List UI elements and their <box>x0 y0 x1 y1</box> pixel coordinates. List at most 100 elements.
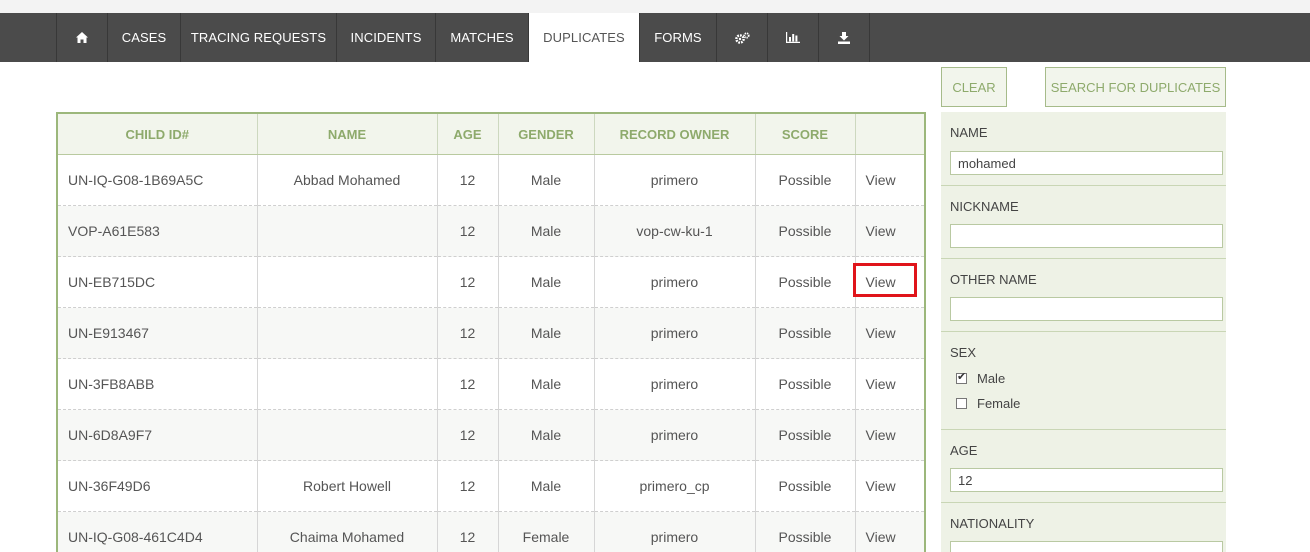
nav-home[interactable] <box>57 13 108 62</box>
filter-name-section: NAME <box>941 112 1226 185</box>
cell-name: Robert Howell <box>257 461 437 512</box>
nav-matches-label: MATCHES <box>450 30 513 45</box>
check-icon: ✔ <box>957 370 966 383</box>
cell-record-owner: vop-cw-ku-1 <box>594 206 755 257</box>
gears-icon <box>735 32 750 44</box>
name-field[interactable] <box>950 151 1223 175</box>
header-age[interactable]: AGE <box>437 114 498 155</box>
bar-chart-icon <box>786 32 800 43</box>
cell-child-id: UN-3FB8ABB <box>58 359 257 410</box>
cell-score: Possible <box>755 410 855 461</box>
other-name-field[interactable] <box>950 297 1223 321</box>
cell-name <box>257 308 437 359</box>
view-link[interactable]: View <box>866 478 896 494</box>
view-link[interactable]: View <box>866 529 896 545</box>
cell-gender: Male <box>498 257 594 308</box>
cell-child-id: UN-IQ-G08-1B69A5C <box>58 155 257 206</box>
filter-age-section: AGE <box>941 429 1226 502</box>
cell-record-owner: primero <box>594 257 755 308</box>
cell-score: Possible <box>755 359 855 410</box>
view-link[interactable]: View <box>866 427 896 443</box>
cell-child-id: UN-6D8A9F7 <box>58 410 257 461</box>
clear-button[interactable]: CLEAR <box>941 67 1007 107</box>
download-icon <box>838 32 850 44</box>
nav-cases[interactable]: CASES <box>108 13 181 62</box>
cell-gender: Male <box>498 410 594 461</box>
filter-sex-label: SEX <box>950 345 976 360</box>
cell-score: Possible <box>755 257 855 308</box>
age-field[interactable] <box>950 468 1223 492</box>
cell-child-id: UN-36F49D6 <box>58 461 257 512</box>
view-link[interactable]: View <box>866 172 896 188</box>
nav-export[interactable] <box>819 13 870 62</box>
filter-other-name-label: OTHER NAME <box>950 272 1037 287</box>
cell-score: Possible <box>755 308 855 359</box>
nav-incidents-label: INCIDENTS <box>351 30 422 45</box>
cell-gender: Male <box>498 155 594 206</box>
home-icon <box>76 32 88 43</box>
cell-record-owner: primero_cp <box>594 461 755 512</box>
sex-option-female[interactable]: Female <box>956 396 1020 411</box>
nav-tracing-requests-label: TRACING REQUESTS <box>191 30 326 45</box>
cell-action: View <box>855 155 924 206</box>
filter-nickname-section: NICKNAME <box>941 185 1226 258</box>
search-for-duplicates-button[interactable]: SEARCH FOR DUPLICATES <box>1045 67 1226 107</box>
checkbox-female[interactable] <box>956 398 967 409</box>
cell-name <box>257 257 437 308</box>
cell-gender: Male <box>498 308 594 359</box>
cell-action: View <box>855 410 924 461</box>
table-row: UN-IQ-G08-1B69A5C Abbad Mohamed 12 Male … <box>58 155 924 206</box>
header-record-owner[interactable]: RECORD OWNER <box>594 114 755 155</box>
cell-score: Possible <box>755 155 855 206</box>
nav-items: CASES TRACING REQUESTS INCIDENTS MATCHES… <box>56 13 870 62</box>
filter-other-name-section: OTHER NAME <box>941 258 1226 331</box>
filter-name-label: NAME <box>950 125 988 140</box>
cell-record-owner: primero <box>594 359 755 410</box>
view-link[interactable]: View <box>866 223 896 239</box>
header-gender[interactable]: GENDER <box>498 114 594 155</box>
nationality-select[interactable] <box>950 541 1223 552</box>
nav-incidents[interactable]: INCIDENTS <box>337 13 436 62</box>
cell-score: Possible <box>755 206 855 257</box>
table-header-row: CHILD ID# NAME AGE GENDER RECORD OWNER S… <box>58 114 924 155</box>
cell-name <box>257 206 437 257</box>
checkbox-male[interactable]: ✔ <box>956 373 967 384</box>
nav-tracing-requests[interactable]: TRACING REQUESTS <box>181 13 337 62</box>
nav-forms[interactable]: FORMS <box>640 13 717 62</box>
cell-record-owner: primero <box>594 155 755 206</box>
table-row: UN-36F49D6 Robert Howell 12 Male primero… <box>58 461 924 512</box>
sex-option-female-label: Female <box>977 396 1020 411</box>
sex-option-male-label: Male <box>977 371 1005 386</box>
cell-age: 12 <box>437 410 498 461</box>
duplicates-results-table: CHILD ID# NAME AGE GENDER RECORD OWNER S… <box>56 112 926 552</box>
filter-sex-section: SEX ✔ Male Female <box>941 331 1226 429</box>
table-row: UN-E913467 12 Male primero Possible View <box>58 308 924 359</box>
cell-action: View <box>855 257 924 308</box>
sex-option-male[interactable]: ✔ Male <box>956 371 1005 386</box>
cell-action: View <box>855 359 924 410</box>
nav-matches[interactable]: MATCHES <box>436 13 529 62</box>
nav-reports[interactable] <box>768 13 819 62</box>
nav-duplicates[interactable]: DUPLICATES <box>529 13 640 62</box>
view-link[interactable]: View <box>866 376 896 392</box>
top-strip <box>0 0 1310 13</box>
table-row: UN-3FB8ABB 12 Male primero Possible View <box>58 359 924 410</box>
cell-child-id: UN-E913467 <box>58 308 257 359</box>
nickname-field[interactable] <box>950 224 1223 248</box>
cell-name <box>257 410 437 461</box>
cell-age: 12 <box>437 461 498 512</box>
header-child-id[interactable]: CHILD ID# <box>58 114 257 155</box>
cell-age: 12 <box>437 155 498 206</box>
filter-nationality-section: NATIONALITY <box>941 502 1226 552</box>
cell-age: 12 <box>437 206 498 257</box>
cell-record-owner: primero <box>594 308 755 359</box>
view-link[interactable]: View <box>866 325 896 341</box>
cell-action: View <box>855 206 924 257</box>
nav-forms-label: FORMS <box>654 30 701 45</box>
cell-record-owner: primero <box>594 410 755 461</box>
nav-settings[interactable] <box>717 13 768 62</box>
view-link[interactable]: View <box>866 274 896 290</box>
filter-age-label: AGE <box>950 443 977 458</box>
header-score[interactable]: SCORE <box>755 114 855 155</box>
header-name[interactable]: NAME <box>257 114 437 155</box>
